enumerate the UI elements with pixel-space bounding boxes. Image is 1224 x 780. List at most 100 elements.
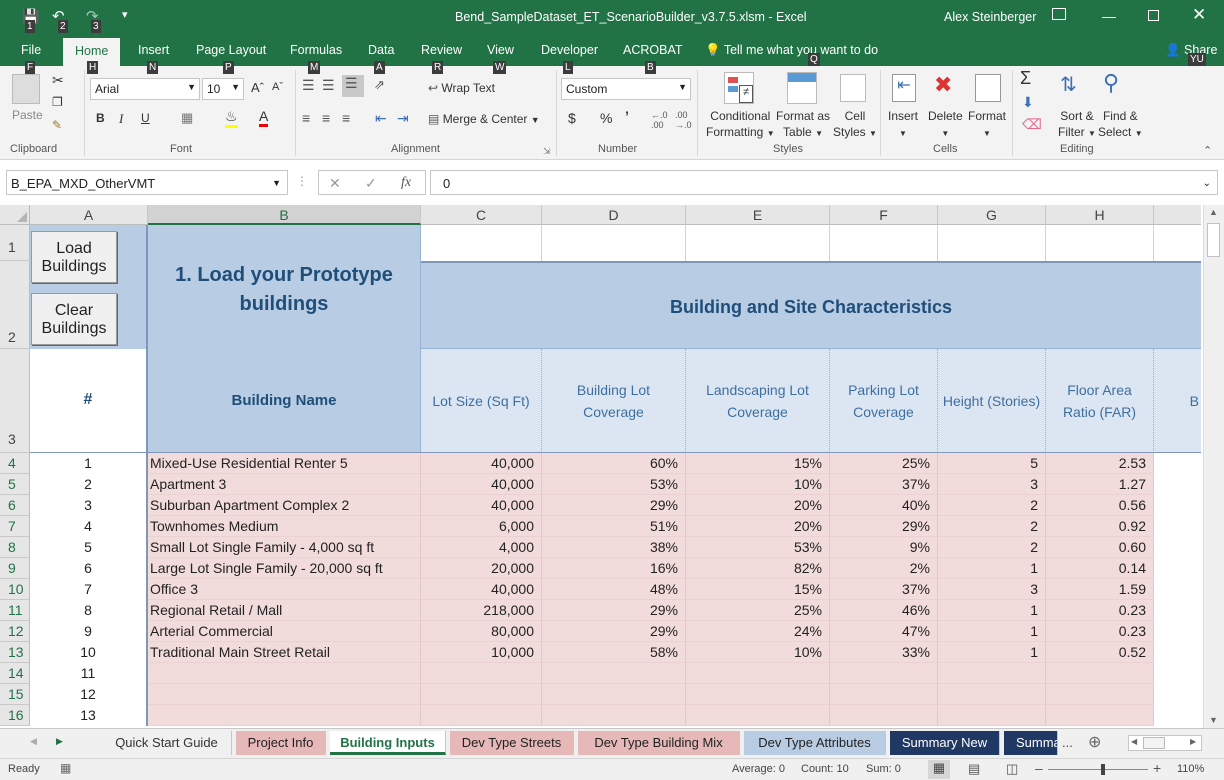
- merge-center-button[interactable]: ▤ Merge & Center ▼: [428, 112, 540, 126]
- building-coverage-cell[interactable]: [542, 684, 686, 705]
- building-name-cell[interactable]: Townhomes Medium: [148, 516, 421, 537]
- scroll-down-icon[interactable]: ▼: [1209, 715, 1218, 725]
- landscaping-coverage-cell[interactable]: 20%: [686, 516, 830, 537]
- row-header[interactable]: 9: [0, 558, 30, 579]
- row-number-cell[interactable]: 11: [30, 663, 148, 684]
- fill-icon[interactable]: ⬇: [1022, 94, 1034, 111]
- lot-size-cell[interactable]: [421, 663, 542, 684]
- row-number-cell[interactable]: 8: [30, 600, 148, 621]
- building-coverage-cell[interactable]: 51%: [542, 516, 686, 537]
- parking-coverage-cell[interactable]: [830, 684, 938, 705]
- far-cell[interactable]: 2.53: [1046, 453, 1154, 474]
- bold-button[interactable]: B: [96, 111, 105, 125]
- column-header[interactable]: C: [421, 205, 542, 225]
- building-coverage-cell[interactable]: 29%: [542, 600, 686, 621]
- parking-coverage-cell[interactable]: 37%: [830, 474, 938, 495]
- new-sheet-icon[interactable]: ⊕: [1088, 732, 1101, 752]
- horizontal-scrollbar[interactable]: ◀ ▶: [1128, 735, 1202, 751]
- lot-size-cell[interactable]: 20,000: [421, 558, 542, 579]
- copy-icon[interactable]: ❐: [52, 95, 63, 109]
- row-number-cell[interactable]: 3: [30, 495, 148, 516]
- far-cell[interactable]: [1046, 705, 1154, 726]
- orientation-icon[interactable]: ⇗: [374, 77, 385, 93]
- tab-data[interactable]: Data: [368, 43, 394, 57]
- name-box[interactable]: B_EPA_MXD_OtherVMT ▼: [6, 170, 288, 195]
- status-average[interactable]: Average: 0: [732, 763, 785, 775]
- sheet-tab[interactable]: Summa: [1004, 731, 1058, 755]
- sheet-tab[interactable]: Quick Start Guide: [102, 731, 232, 755]
- zoom-slider-thumb[interactable]: [1100, 764, 1105, 775]
- height-cell[interactable]: 2: [938, 537, 1046, 558]
- lot-size-cell[interactable]: 40,000: [421, 495, 542, 516]
- tab-view[interactable]: View: [487, 43, 514, 57]
- parking-coverage-cell[interactable]: 37%: [830, 579, 938, 600]
- lot-size-cell[interactable]: 10,000: [421, 642, 542, 663]
- far-cell[interactable]: 0.23: [1046, 621, 1154, 642]
- building-name-cell[interactable]: Office 3: [148, 579, 421, 600]
- landscaping-coverage-cell[interactable]: 15%: [686, 453, 830, 474]
- building-name-cell[interactable]: Regional Retail / Mall: [148, 600, 421, 621]
- landscaping-coverage-cell[interactable]: 15%: [686, 579, 830, 600]
- macro-record-icon[interactable]: ▦: [60, 761, 71, 775]
- row-header[interactable]: 2: [0, 261, 30, 349]
- column-header[interactable]: G: [938, 205, 1046, 225]
- blank-cell[interactable]: [1154, 621, 1201, 642]
- parking-coverage-cell[interactable]: 33%: [830, 642, 938, 663]
- maximize-icon[interactable]: [1148, 10, 1159, 21]
- tab-file[interactable]: File: [21, 43, 41, 57]
- tab-insert[interactable]: Insert: [138, 43, 169, 57]
- landscaping-coverage-cell[interactable]: 25%: [686, 600, 830, 621]
- parking-coverage-cell[interactable]: 29%: [830, 516, 938, 537]
- row-header[interactable]: 13: [0, 642, 30, 663]
- building-name-cell[interactable]: Mixed-Use Residential Renter 5: [148, 453, 421, 474]
- height-cell[interactable]: 1: [938, 558, 1046, 579]
- currency-format-button[interactable]: $: [568, 110, 576, 126]
- far-cell[interactable]: 0.60: [1046, 537, 1154, 558]
- building-coverage-cell[interactable]: 16%: [542, 558, 686, 579]
- tab-formulas[interactable]: Formulas: [290, 43, 342, 57]
- blank-cell[interactable]: [1154, 663, 1201, 684]
- insert-cells-icon[interactable]: ⇤: [892, 74, 916, 102]
- landscaping-coverage-cell[interactable]: 82%: [686, 558, 830, 579]
- blank-cell[interactable]: [1154, 579, 1201, 600]
- landscaping-coverage-cell[interactable]: 24%: [686, 621, 830, 642]
- scroll-right-icon[interactable]: ▶: [1190, 737, 1196, 746]
- far-cell[interactable]: 0.52: [1046, 642, 1154, 663]
- zoom-slider[interactable]: [1048, 769, 1148, 770]
- scroll-thumb[interactable]: [1207, 223, 1220, 257]
- tell-me-box[interactable]: 💡 Tell me what you want to do: [705, 43, 878, 58]
- parking-coverage-cell[interactable]: 2%: [830, 558, 938, 579]
- row-header[interactable]: 5: [0, 474, 30, 495]
- close-icon[interactable]: ✕: [1192, 5, 1206, 25]
- building-name-cell[interactable]: [148, 663, 421, 684]
- zoom-out-icon[interactable]: –: [1035, 760, 1043, 776]
- blank-cell[interactable]: [1154, 474, 1201, 495]
- sheet-tab[interactable]: Dev Type Streets: [450, 731, 574, 755]
- font-size-select[interactable]: 10 ▼: [202, 78, 244, 100]
- row-header[interactable]: 7: [0, 516, 30, 537]
- italic-button[interactable]: I: [119, 111, 123, 127]
- row-number-cell[interactable]: 12: [30, 684, 148, 705]
- lot-size-cell[interactable]: 80,000: [421, 621, 542, 642]
- hscroll-thumb[interactable]: [1143, 737, 1165, 749]
- row-header[interactable]: 4: [0, 453, 30, 474]
- format-cells-icon[interactable]: [975, 74, 1001, 102]
- normal-view-icon[interactable]: ▦: [928, 760, 950, 779]
- tab-page-layout[interactable]: Page Layout: [196, 43, 266, 57]
- row-header[interactable]: 12: [0, 621, 30, 642]
- row-number-cell[interactable]: 6: [30, 558, 148, 579]
- blank-cell[interactable]: [1154, 558, 1201, 579]
- wrap-text-button[interactable]: ↩ Wrap Text: [428, 81, 495, 95]
- column-header[interactable]: H: [1046, 205, 1154, 225]
- building-coverage-cell[interactable]: 38%: [542, 537, 686, 558]
- tab-acrobat[interactable]: ACROBAT: [623, 43, 683, 57]
- building-coverage-cell[interactable]: 29%: [542, 621, 686, 642]
- minimize-icon[interactable]: —: [1102, 8, 1116, 24]
- landscaping-coverage-cell[interactable]: 53%: [686, 537, 830, 558]
- page-layout-view-icon[interactable]: ▤: [968, 761, 980, 777]
- row-number-cell[interactable]: 2: [30, 474, 148, 495]
- load-buildings-button[interactable]: Load Buildings: [31, 231, 117, 283]
- far-cell[interactable]: 0.14: [1046, 558, 1154, 579]
- decrease-decimal-icon[interactable]: .00 →.0: [675, 110, 692, 130]
- next-sheet-icon[interactable]: ▶: [56, 736, 63, 747]
